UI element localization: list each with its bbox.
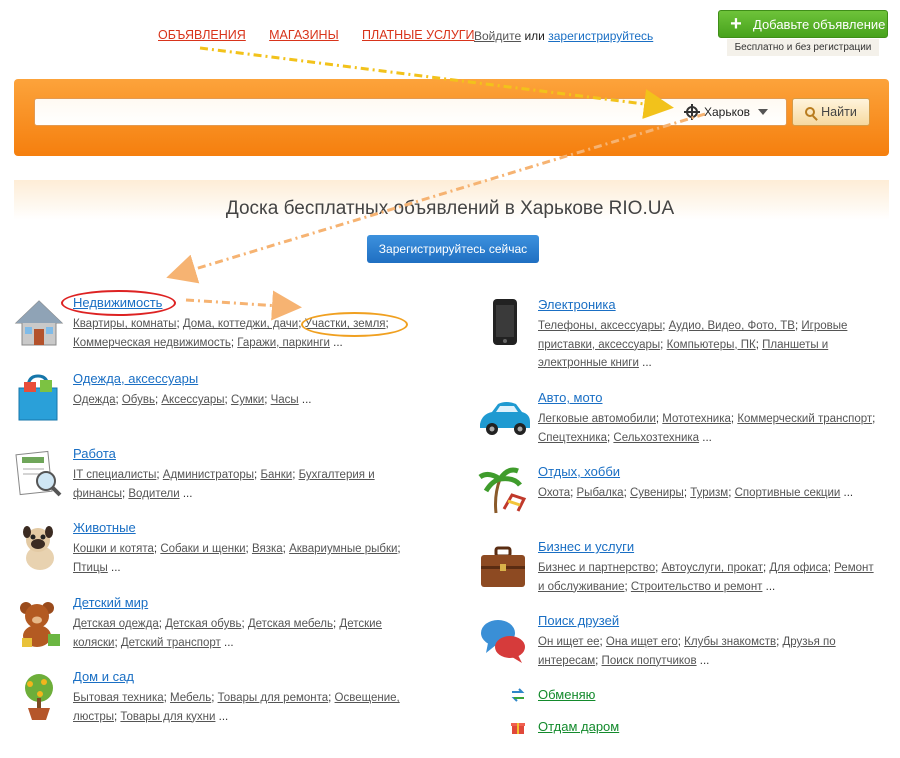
yellow-arrow bbox=[199, 46, 674, 119]
orange-arrow-2 bbox=[185, 290, 302, 321]
annotation-arrows bbox=[166, 46, 706, 321]
orange-arrow-1 bbox=[166, 112, 706, 284]
